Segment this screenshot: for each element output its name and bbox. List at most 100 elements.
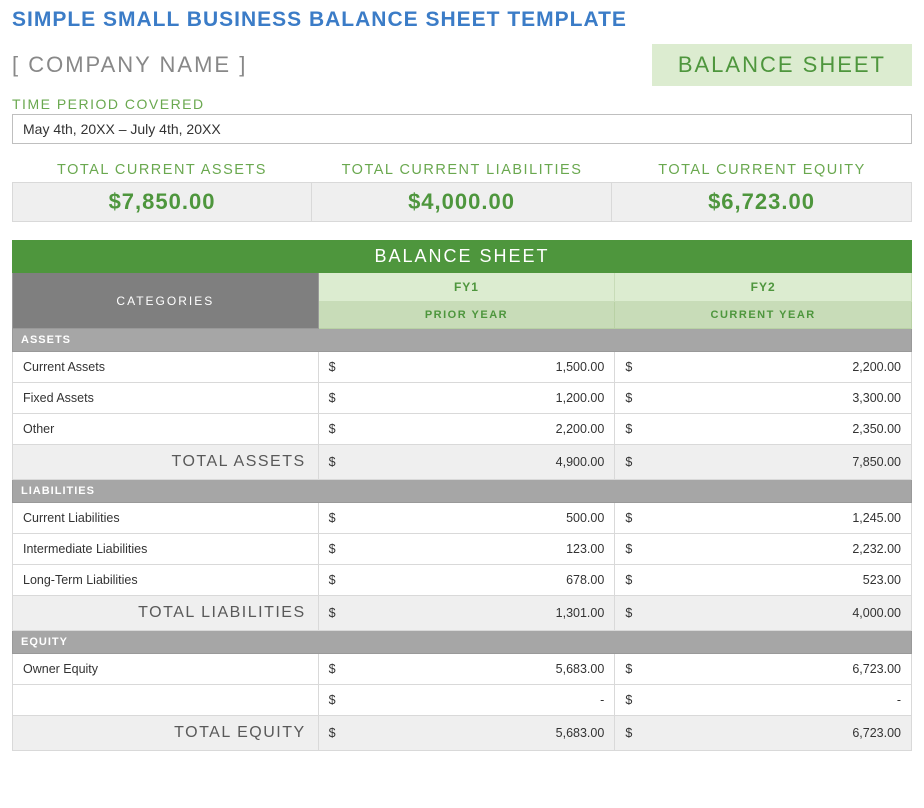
prior-year-header: PRIOR YEAR <box>318 302 615 329</box>
currency-symbol: $ <box>625 606 632 620</box>
row-fy2[interactable]: $- <box>615 685 912 716</box>
liabilities-section-row: LIABILITIES <box>13 480 912 503</box>
table-title: BALANCE SHEET <box>13 241 912 273</box>
total-liabilities-fy1: $1,301.00 <box>318 596 615 631</box>
total-equity-fy2: $6,723.00 <box>615 716 912 751</box>
amount: 6,723.00 <box>625 662 901 676</box>
equity-section-row: EQUITY <box>13 631 912 654</box>
row-fy1[interactable]: $678.00 <box>318 565 615 596</box>
row-fy2[interactable]: $2,232.00 <box>615 534 912 565</box>
row-label: Fixed Assets <box>13 383 319 414</box>
total-assets-label: TOTAL ASSETS <box>13 445 319 480</box>
company-name: [ COMPANY NAME ] <box>12 52 247 78</box>
amount: 1,301.00 <box>329 606 605 620</box>
amount: 1,245.00 <box>625 511 901 525</box>
currency-symbol: $ <box>625 455 632 469</box>
total-liabilities-fy2: $4,000.00 <box>615 596 912 631</box>
total-assets-fy1: $4,900.00 <box>318 445 615 480</box>
row-fy1[interactable]: $2,200.00 <box>318 414 615 445</box>
total-equity-label: TOTAL CURRENT EQUITY <box>612 162 912 178</box>
total-equity-col: TOTAL CURRENT EQUITY $6,723.00 <box>612 162 912 222</box>
total-liabilities-col: TOTAL CURRENT LIABILITIES $4,000.00 <box>312 162 612 222</box>
equity-section-label: EQUITY <box>13 631 912 654</box>
total-assets-row: TOTAL ASSETS $4,900.00 $7,850.00 <box>13 445 912 480</box>
total-liabilities-label: TOTAL CURRENT LIABILITIES <box>312 162 612 178</box>
total-assets-col: TOTAL CURRENT ASSETS $7,850.00 <box>12 162 312 222</box>
row-fy1[interactable]: $- <box>318 685 615 716</box>
assets-section-label: ASSETS <box>13 329 912 352</box>
total-liabilities-row: TOTAL LIABILITIES $1,301.00 $4,000.00 <box>13 596 912 631</box>
amount: 678.00 <box>329 573 605 587</box>
balance-sheet-badge: BALANCE SHEET <box>652 44 912 86</box>
row-label: Current Liabilities <box>13 503 319 534</box>
total-equity-value: $6,723.00 <box>612 182 912 222</box>
currency-symbol: $ <box>625 360 632 374</box>
currency-symbol: $ <box>329 573 336 587</box>
row-fy1[interactable]: $1,200.00 <box>318 383 615 414</box>
amount: - <box>625 693 901 707</box>
amount: 4,000.00 <box>625 606 901 620</box>
amount: 4,900.00 <box>329 455 605 469</box>
summary-totals: TOTAL CURRENT ASSETS $7,850.00 TOTAL CUR… <box>12 162 912 222</box>
table-title-row: BALANCE SHEET <box>13 241 912 273</box>
fy1-header: FY1 <box>318 273 615 302</box>
amount: 2,232.00 <box>625 542 901 556</box>
amount: 2,350.00 <box>625 422 901 436</box>
total-equity-fy1: $5,683.00 <box>318 716 615 751</box>
row-fy2[interactable]: $6,723.00 <box>615 654 912 685</box>
currency-symbol: $ <box>329 422 336 436</box>
header-row: [ COMPANY NAME ] BALANCE SHEET <box>12 44 912 86</box>
currency-symbol: $ <box>329 511 336 525</box>
amount: - <box>329 693 605 707</box>
row-fy2[interactable]: $3,300.00 <box>615 383 912 414</box>
row-label: Long-Term Liabilities <box>13 565 319 596</box>
amount: 5,683.00 <box>329 662 605 676</box>
total-assets-label: TOTAL CURRENT ASSETS <box>12 162 312 178</box>
row-fy1[interactable]: $1,500.00 <box>318 352 615 383</box>
currency-symbol: $ <box>625 726 632 740</box>
row-fy1[interactable]: $500.00 <box>318 503 615 534</box>
amount: 123.00 <box>329 542 605 556</box>
amount: 1,200.00 <box>329 391 605 405</box>
balance-sheet-table: BALANCE SHEET CATEGORIES FY1 FY2 PRIOR Y… <box>12 240 912 751</box>
row-fy2[interactable]: $2,350.00 <box>615 414 912 445</box>
currency-symbol: $ <box>625 542 632 556</box>
row-label: Intermediate Liabilities <box>13 534 319 565</box>
time-period-label: TIME PERIOD COVERED <box>12 96 912 112</box>
table-row: Intermediate Liabilities $123.00 $2,232.… <box>13 534 912 565</box>
currency-symbol: $ <box>625 662 632 676</box>
amount: 1,500.00 <box>329 360 605 374</box>
time-period-value[interactable]: May 4th, 20XX – July 4th, 20XX <box>12 114 912 144</box>
total-equity-row: TOTAL EQUITY $5,683.00 $6,723.00 <box>13 716 912 751</box>
table-row: Current Liabilities $500.00 $1,245.00 <box>13 503 912 534</box>
row-label: Current Assets <box>13 352 319 383</box>
total-assets-value: $7,850.00 <box>12 182 312 222</box>
row-fy2[interactable]: $1,245.00 <box>615 503 912 534</box>
currency-symbol: $ <box>329 391 336 405</box>
row-fy2[interactable]: $2,200.00 <box>615 352 912 383</box>
page-title: SIMPLE SMALL BUSINESS BALANCE SHEET TEMP… <box>12 8 687 32</box>
row-fy2[interactable]: $523.00 <box>615 565 912 596</box>
table-row: Fixed Assets $1,200.00 $3,300.00 <box>13 383 912 414</box>
table-row: Current Assets $1,500.00 $2,200.00 <box>13 352 912 383</box>
currency-symbol: $ <box>625 422 632 436</box>
liabilities-section-label: LIABILITIES <box>13 480 912 503</box>
currency-symbol: $ <box>329 693 336 707</box>
currency-symbol: $ <box>329 662 336 676</box>
assets-section-row: ASSETS <box>13 329 912 352</box>
row-fy1[interactable]: $5,683.00 <box>318 654 615 685</box>
amount: 523.00 <box>625 573 901 587</box>
currency-symbol: $ <box>329 542 336 556</box>
row-label: Owner Equity <box>13 654 319 685</box>
currency-symbol: $ <box>625 511 632 525</box>
currency-symbol: $ <box>329 606 336 620</box>
amount: 500.00 <box>329 511 605 525</box>
table-header-row-1: CATEGORIES FY1 FY2 <box>13 273 912 302</box>
current-year-header: CURRENT YEAR <box>615 302 912 329</box>
currency-symbol: $ <box>329 455 336 469</box>
table-row: Owner Equity $5,683.00 $6,723.00 <box>13 654 912 685</box>
currency-symbol: $ <box>625 391 632 405</box>
amount: 6,723.00 <box>625 726 901 740</box>
row-fy1[interactable]: $123.00 <box>318 534 615 565</box>
amount: 5,683.00 <box>329 726 605 740</box>
